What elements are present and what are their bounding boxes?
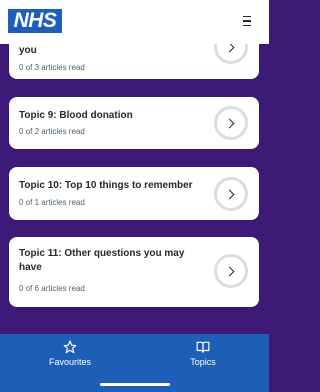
- topic-progress: 0 of 2 articles read: [19, 127, 85, 136]
- nhs-logo[interactable]: NHS: [8, 9, 62, 33]
- hamburger-menu-icon[interactable]: [239, 13, 255, 29]
- book-icon: [196, 341, 210, 353]
- home-indicator: [100, 383, 170, 386]
- topic-progress: 0 of 6 articles read: [19, 284, 85, 293]
- topics-list: you 0 of 3 articles read Topic 9: Blood …: [0, 0, 269, 334]
- tab-favourites-label: Favourites: [48, 357, 92, 367]
- topic-card[interactable]: Topic 9: Blood donation 0 of 2 articles …: [9, 97, 259, 149]
- topic-title: Topic 10: Top 10 things to remember: [19, 180, 193, 191]
- tab-topics-label: Topics: [190, 357, 216, 367]
- topic-progress: 0 of 1 articles read: [19, 198, 85, 207]
- topic-card[interactable]: Topic 11: Other questions you may have 0…: [9, 237, 259, 307]
- topic-title: Topic 9: Blood donation: [19, 110, 133, 121]
- topic-card[interactable]: Topic 10: Top 10 things to remember 0 of…: [9, 167, 259, 220]
- topic-progress: 0 of 3 articles read: [19, 63, 85, 72]
- chevron-right-icon[interactable]: [214, 177, 248, 211]
- star-icon: [63, 340, 77, 354]
- tab-favourites[interactable]: Favourites: [40, 334, 100, 382]
- chevron-right-icon[interactable]: [214, 254, 248, 288]
- topic-title: Topic 11: Other questions you may have: [19, 248, 185, 273]
- chevron-right-icon[interactable]: [214, 106, 248, 140]
- app-header: NHS: [0, 0, 269, 44]
- topic-title: you: [19, 45, 37, 56]
- tab-topics[interactable]: Topics: [176, 334, 230, 382]
